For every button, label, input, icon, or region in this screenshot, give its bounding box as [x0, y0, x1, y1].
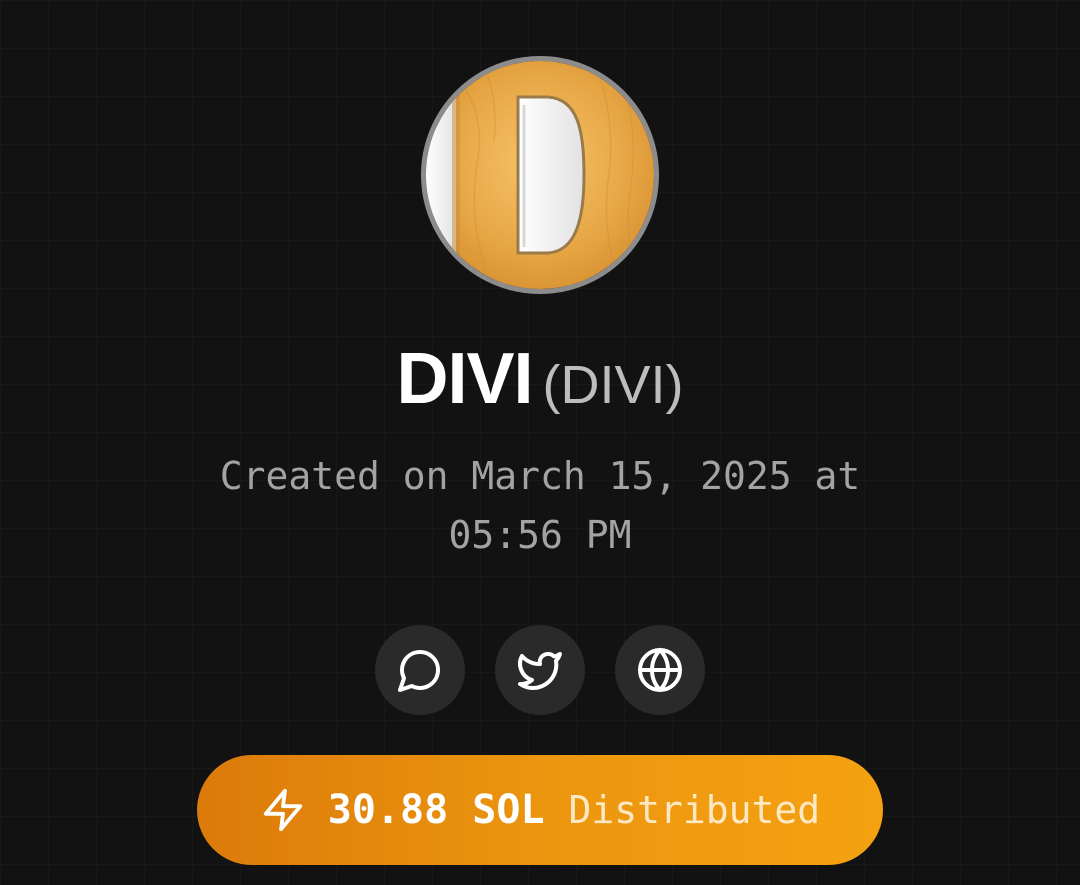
token-avatar [421, 56, 659, 294]
token-symbol: (DIVI) [542, 355, 684, 415]
distributed-label: Distributed [568, 788, 821, 832]
chat-icon [398, 650, 440, 692]
globe-icon [638, 648, 682, 692]
token-title: DIVI (DIVI) [0, 338, 1080, 420]
twitter-icon [518, 652, 562, 690]
created-date: Created on March 15, 2025 at 05:56 PM [170, 447, 910, 565]
chat-link-button[interactable] [375, 625, 465, 715]
lightning-icon [263, 788, 302, 832]
twitter-link-button[interactable] [495, 625, 585, 715]
token-name: DIVI [396, 339, 533, 419]
distributed-amount: 30.88 SOL [327, 787, 545, 833]
created-date-line-2: 05:56 PM [448, 513, 632, 557]
letter-d-logo-icon [426, 61, 654, 289]
distributed-badge[interactable]: 30.88 SOL Distributed [197, 755, 883, 865]
created-date-line-1: Created on March 15, 2025 at [219, 454, 861, 498]
website-link-button[interactable] [615, 625, 705, 715]
